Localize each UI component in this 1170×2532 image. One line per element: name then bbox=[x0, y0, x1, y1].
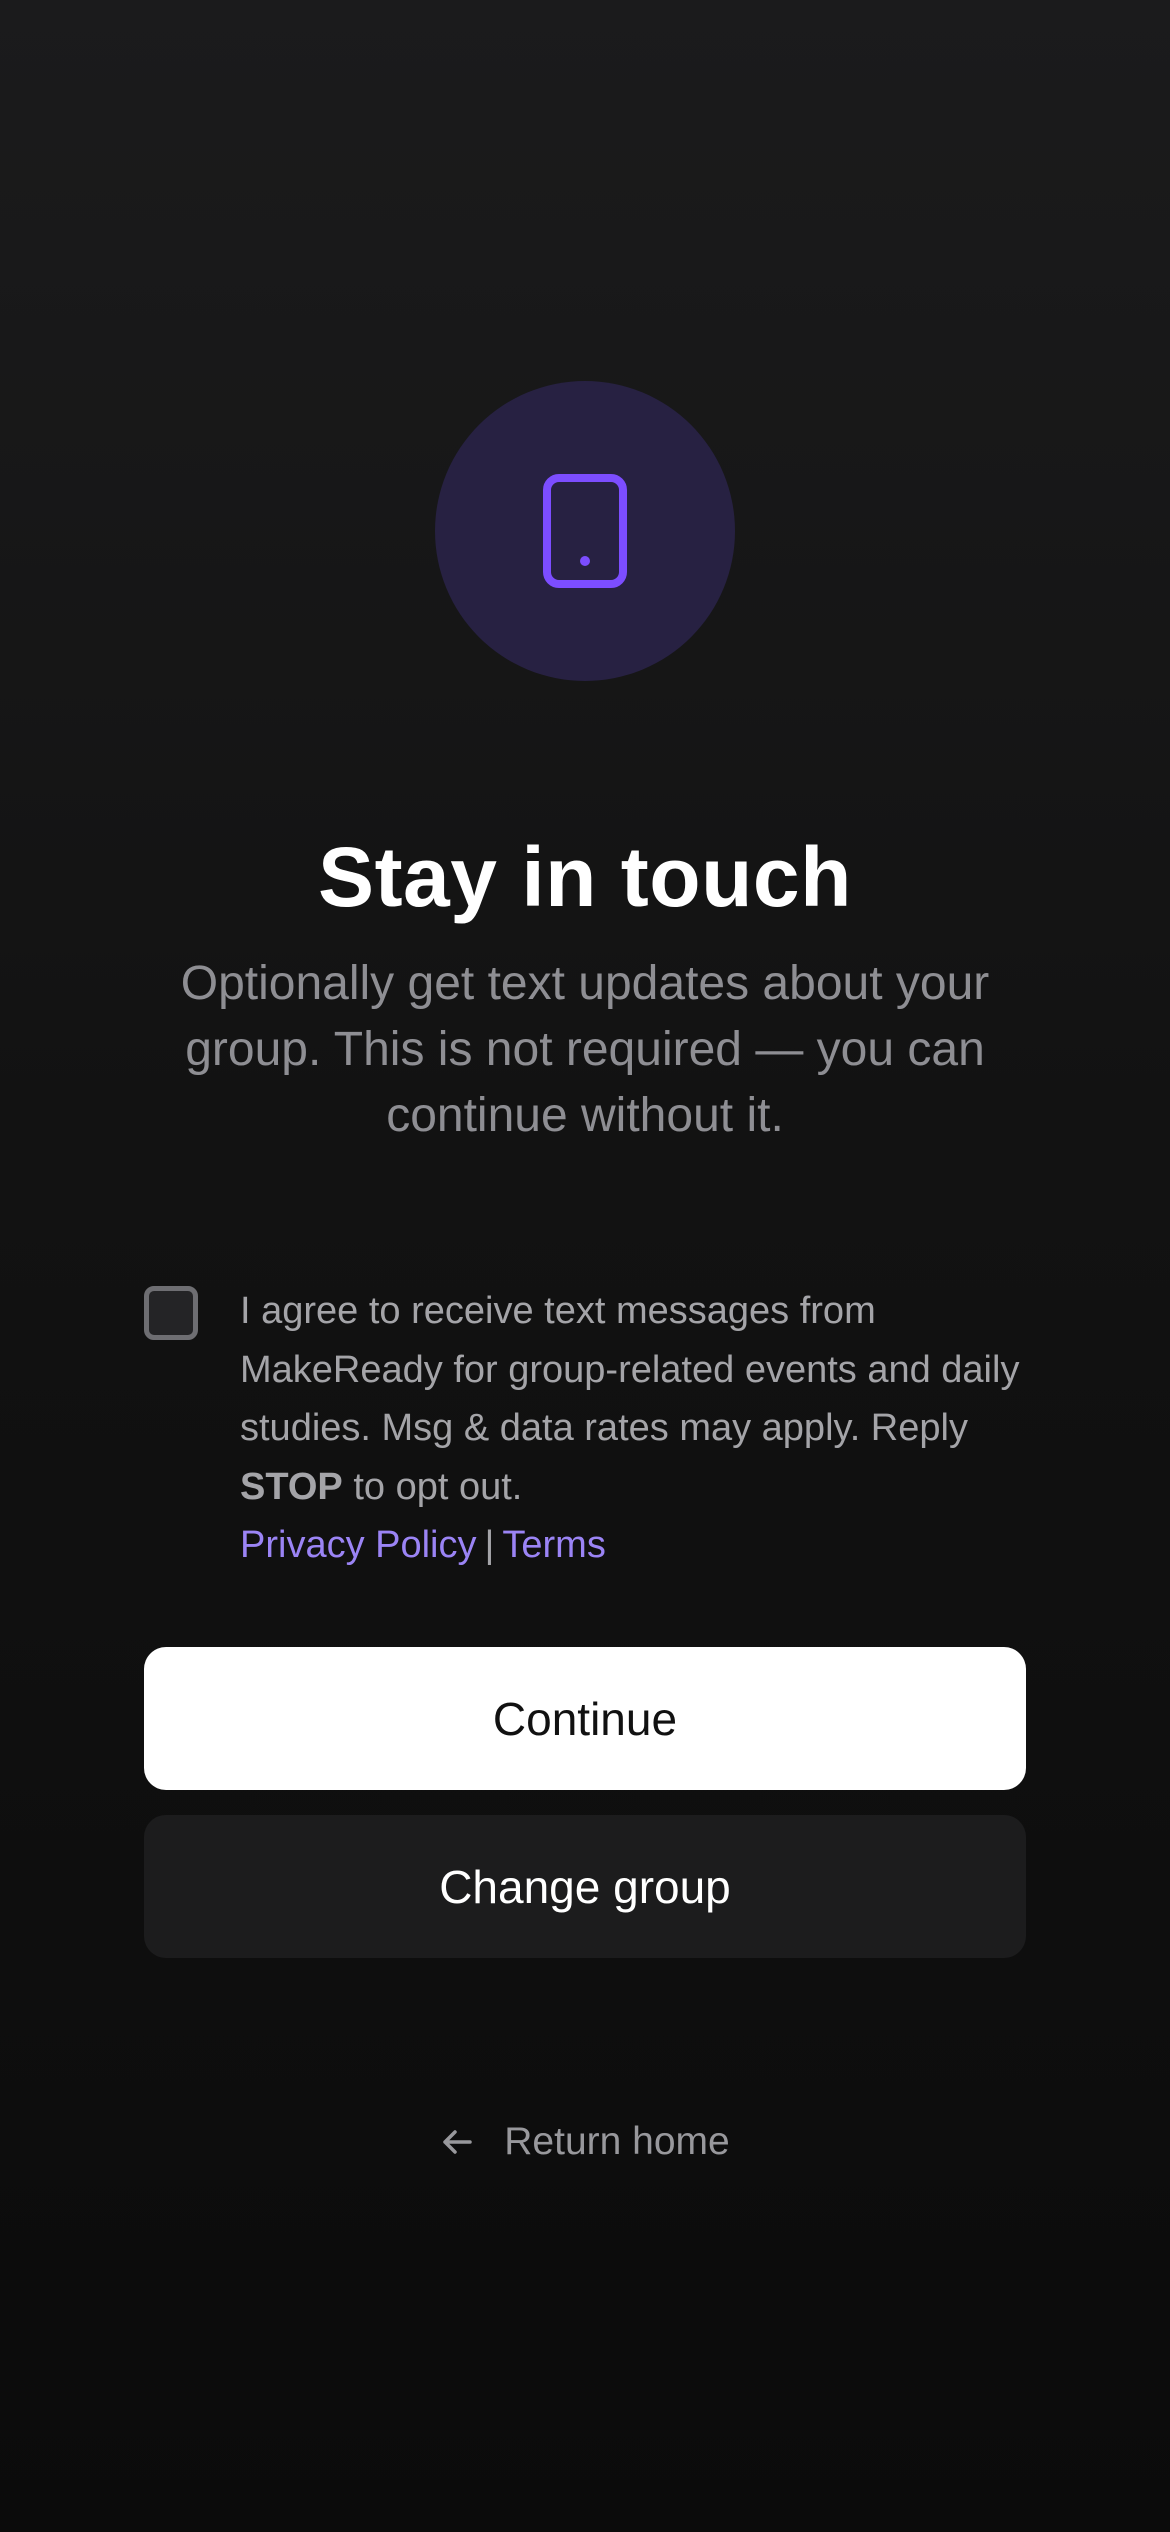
page-title: Stay in touch bbox=[318, 830, 852, 924]
link-separator: | bbox=[484, 1524, 495, 1566]
sms-consent-text: I agree to receive text messages from Ma… bbox=[240, 1282, 1024, 1575]
terms-link[interactable]: Terms bbox=[502, 1524, 605, 1566]
icon-circle bbox=[435, 381, 735, 681]
continue-button[interactable]: Continue bbox=[144, 1647, 1026, 1790]
legal-links: Privacy Policy | Terms bbox=[240, 1516, 1024, 1575]
stay-in-touch-screen: Stay in touch Optionally get text update… bbox=[0, 0, 1170, 2532]
consent-text-after: to opt out. bbox=[342, 1465, 523, 1508]
return-home-label: Return home bbox=[504, 2120, 730, 2163]
privacy-policy-link[interactable]: Privacy Policy bbox=[240, 1524, 477, 1566]
sms-consent: I agree to receive text messages from Ma… bbox=[144, 1282, 1024, 1575]
return-home-link[interactable]: Return home bbox=[0, 2120, 1170, 2164]
page-subtitle: Optionally get text updates about your g… bbox=[180, 957, 990, 1142]
smartphone-icon bbox=[543, 474, 627, 588]
consent-keyword: STOP bbox=[240, 1465, 343, 1508]
arrow-left-icon bbox=[443, 2130, 473, 2154]
consent-text-before: I agree to receive text messages from Ma… bbox=[240, 1290, 1020, 1449]
change-group-button[interactable]: Change group bbox=[144, 1815, 1026, 1958]
sms-consent-checkbox[interactable] bbox=[144, 1286, 198, 1340]
